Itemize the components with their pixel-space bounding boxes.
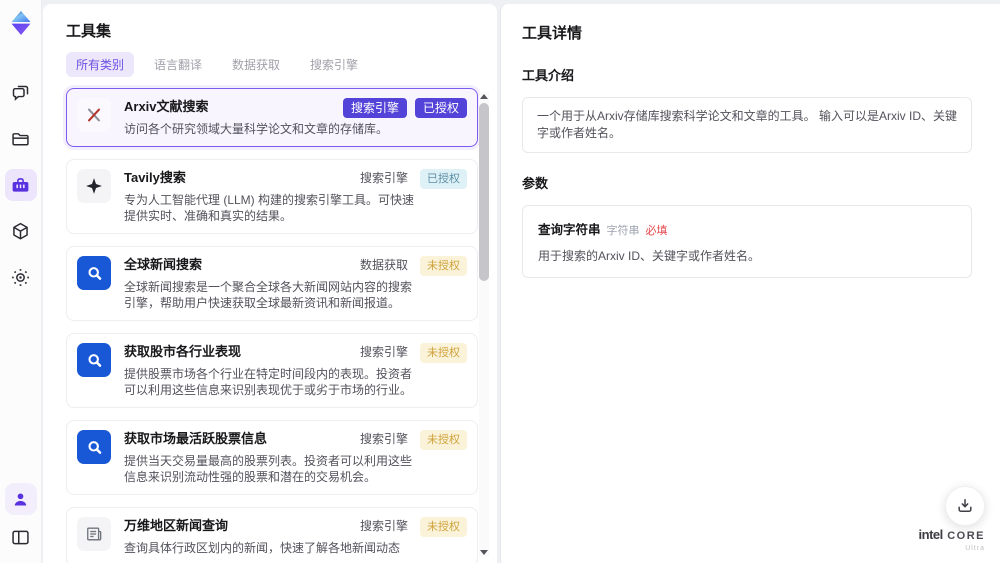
tool-description: 提供当天交易量最高的股票列表。投资者可以利用这些信息来识别流动性强的股票和潜在的… (124, 454, 413, 484)
app-logo[interactable] (7, 9, 35, 37)
toolbox-icon (12, 177, 29, 192)
search-magnifier-icon (77, 343, 111, 377)
search-magnifier-icon (77, 256, 111, 290)
tool-card-regional-news[interactable]: 万维地区新闻查询 搜索引擎 未授权 查询具体行政区划内的新闻，快速了解各地新闻动… (66, 507, 478, 563)
tool-name: Arxiv文献搜索 (124, 99, 209, 114)
parameter-required-flag: 必填 (645, 225, 668, 237)
sidebar-item-panel-toggle[interactable] (5, 521, 37, 553)
user-icon (14, 492, 27, 505)
search-magnifier-icon (77, 430, 111, 464)
download-button[interactable] (945, 486, 985, 526)
tool-card-global-news[interactable]: 全球新闻搜索 数据获取 未授权 全球新闻搜索是一个聚合全球各大新闻网站内容的搜索… (66, 246, 478, 321)
auth-status-badge: 未授权 (420, 430, 467, 450)
tool-description: 访问各个研究领域大量科学论文和文章的存储库。 (124, 122, 389, 136)
tool-description: 全球新闻搜索是一个聚合全球各大新闻网站内容的搜索引擎，帮助用户快速获取全球最新资… (124, 280, 413, 310)
tool-description: 专为人工智能代理 (LLM) 构建的搜索引擎工具。可快速提供实时、准确和真实的结… (124, 193, 415, 223)
arxiv-icon (77, 98, 111, 132)
gem-logo-icon (11, 11, 30, 35)
parameter-type: 字符串 (606, 225, 640, 237)
settings-gear-icon (12, 268, 29, 286)
intel-core-logo: intel CORE Ultra (918, 527, 985, 554)
tool-description: 查询具体行政区划内的新闻，快速了解各地新闻动态 (124, 541, 401, 555)
parameter-name: 查询字符串 (538, 223, 601, 237)
tool-name: 全球新闻搜索 (124, 257, 203, 272)
tool-description: 提供股票市场各个行业在特定时间段内的表现。投资者可以利用这些信息来识别表现优于或… (124, 367, 413, 397)
chat-icon (12, 85, 29, 101)
tool-name: 获取市场最活跃股票信息 (124, 431, 268, 446)
scroll-down-icon[interactable] (480, 550, 488, 555)
cube-icon (13, 222, 28, 240)
tool-name: 获取股市各行业表现 (124, 344, 242, 359)
tool-name: 万维地区新闻查询 (124, 518, 229, 533)
tab-data-fetching[interactable]: 数据获取 (222, 52, 290, 77)
category-label: 搜索引擎 (359, 345, 408, 359)
tool-card-sector-performance[interactable]: 获取股市各行业表现 搜索引擎 未授权 提供股票市场各个行业在特定时间段内的表现。… (66, 333, 478, 408)
tavily-star-icon (77, 169, 111, 203)
category-label: 搜索引擎 (359, 171, 408, 185)
tool-name: Tavily搜索 (124, 170, 186, 185)
download-icon (958, 499, 972, 512)
tab-search-engine[interactable]: 搜索引擎 (300, 52, 368, 77)
tab-all-categories[interactable]: 所有类别 (66, 51, 135, 77)
panel-layout-icon (12, 530, 29, 544)
tool-card-arxiv[interactable]: Arxiv文献搜索 搜索引擎 已授权 访问各个研究领域大量科学论文和文章的存储库… (66, 88, 478, 147)
scrollbar-thumb[interactable] (479, 103, 489, 281)
tool-list-panel: 工具集 所有类别 语言翻译 数据获取 搜索引擎 Arxiv文献搜索 搜索引擎 已… (43, 4, 497, 563)
tool-card-list: Arxiv文献搜索 搜索引擎 已授权 访问各个研究领域大量科学论文和文章的存储库… (66, 88, 478, 563)
category-badge: 搜索引擎 (342, 98, 407, 118)
auth-status-badge: 未授权 (420, 517, 467, 537)
sidebar-item-user[interactable] (4, 483, 37, 515)
auth-status-badge: 未授权 (420, 343, 467, 363)
tool-card-tavily[interactable]: Tavily搜索 搜索引擎 已授权 专为人工智能代理 (LLM) 构建的搜索引擎… (66, 159, 478, 234)
auth-status-badge: 已授权 (420, 169, 467, 189)
tab-language-translation[interactable]: 语言翻译 (144, 52, 212, 77)
brand-ultra: Ultra (965, 545, 985, 552)
sidebar-item-chat[interactable] (5, 77, 37, 109)
auth-status-badge: 未授权 (420, 256, 467, 276)
detail-title: 工具详情 (522, 25, 583, 42)
params-heading: 参数 (522, 176, 549, 191)
category-label: 搜索引擎 (359, 519, 408, 533)
page-title: 工具集 (66, 23, 112, 40)
brand-intel: intel (918, 527, 944, 542)
parameter-description: 用于搜索的Arxiv ID、关键字或作者姓名。 (538, 249, 761, 263)
sidebar-item-files[interactable] (5, 123, 37, 155)
sidebar-item-settings[interactable] (5, 261, 37, 293)
sidebar-item-models[interactable] (5, 215, 37, 247)
brand-core: CORE (947, 530, 985, 542)
intro-heading: 工具介绍 (522, 68, 575, 83)
list-scrollbar[interactable] (479, 92, 489, 557)
newspaper-icon (77, 517, 111, 551)
scroll-up-icon[interactable] (480, 94, 488, 99)
tool-intro-text: 一个用于从Arxiv存储库搜索科学论文和文章的工具。 输入可以是Arxiv ID… (522, 97, 972, 153)
tool-card-most-active-stocks[interactable]: 获取市场最活跃股票信息 搜索引擎 未授权 提供当天交易量最高的股票列表。投资者可… (66, 420, 478, 495)
tool-detail-panel: 工具详情 工具介绍 一个用于从Arxiv存储库搜索科学论文和文章的工具。 输入可… (500, 4, 1000, 563)
auth-status-badge: 已授权 (414, 98, 467, 118)
category-label: 搜索引擎 (359, 432, 408, 446)
parameter-item: 查询字符串 字符串 必填 用于搜索的Arxiv ID、关键字或作者姓名。 (522, 205, 972, 278)
sidebar-item-toolbox[interactable] (4, 169, 37, 201)
sidebar (0, 0, 42, 563)
category-tabs: 所有类别 语言翻译 数据获取 搜索引擎 (66, 51, 497, 77)
folder-icon (12, 132, 29, 145)
category-label: 数据获取 (359, 258, 408, 272)
